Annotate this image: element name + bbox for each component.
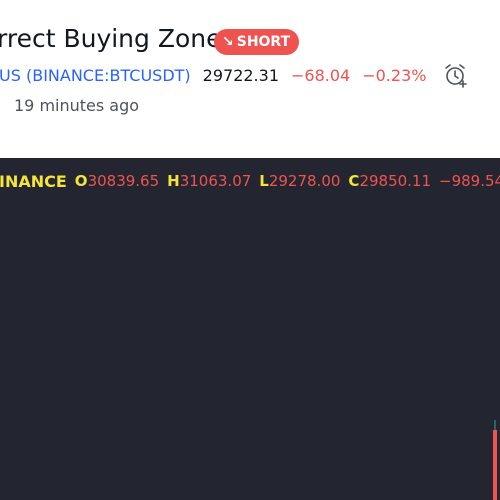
idea-title[interactable]: rrect Buying Zone bbox=[0, 24, 222, 53]
symbol-row: US (BINANCE:BTCUSDT) 29722.31 −68.04 −0.… bbox=[0, 64, 426, 86]
short-badge-label: SHORT bbox=[236, 34, 291, 50]
high-label: H bbox=[167, 172, 180, 190]
candle-change: −989.54 ( bbox=[439, 172, 500, 190]
low-label: L bbox=[259, 172, 269, 190]
symbol-prefix-link[interactable]: US bbox=[0, 66, 21, 85]
ohlc-legend: INANCE O 30839.65 H 31063.07 L 29278.00 … bbox=[0, 171, 500, 191]
arrow-down-right-icon: ↘ bbox=[222, 34, 234, 50]
close-value: 29850.11 bbox=[359, 172, 432, 190]
price-change: −68.04 bbox=[291, 65, 351, 85]
alarm-clock-plus-icon[interactable] bbox=[443, 62, 469, 88]
published-time: 19 minutes ago bbox=[14, 96, 140, 115]
price-change-percent: −0.23% bbox=[362, 65, 427, 85]
open-value: 30839.65 bbox=[87, 172, 160, 190]
last-price: 29722.31 bbox=[202, 65, 279, 85]
high-value: 31063.07 bbox=[179, 172, 252, 190]
chart-panel[interactable]: INANCE O 30839.65 H 31063.07 L 29278.00 … bbox=[0, 158, 500, 500]
close-label: C bbox=[348, 172, 360, 190]
exchange-label: INANCE bbox=[0, 171, 67, 191]
open-label: O bbox=[74, 172, 88, 190]
symbol-link[interactable]: (BINANCE:BTCUSDT) bbox=[21, 66, 191, 85]
symbol-link-text[interactable]: (BINANCE:BTCUSDT) bbox=[26, 66, 191, 85]
low-value: 29278.00 bbox=[268, 172, 341, 190]
idea-header: rrect Buying Zone ↘ SHORT US (BINANCE:BT… bbox=[0, 0, 500, 158]
short-badge: ↘ SHORT bbox=[214, 29, 300, 55]
candle-sliver bbox=[493, 420, 497, 500]
